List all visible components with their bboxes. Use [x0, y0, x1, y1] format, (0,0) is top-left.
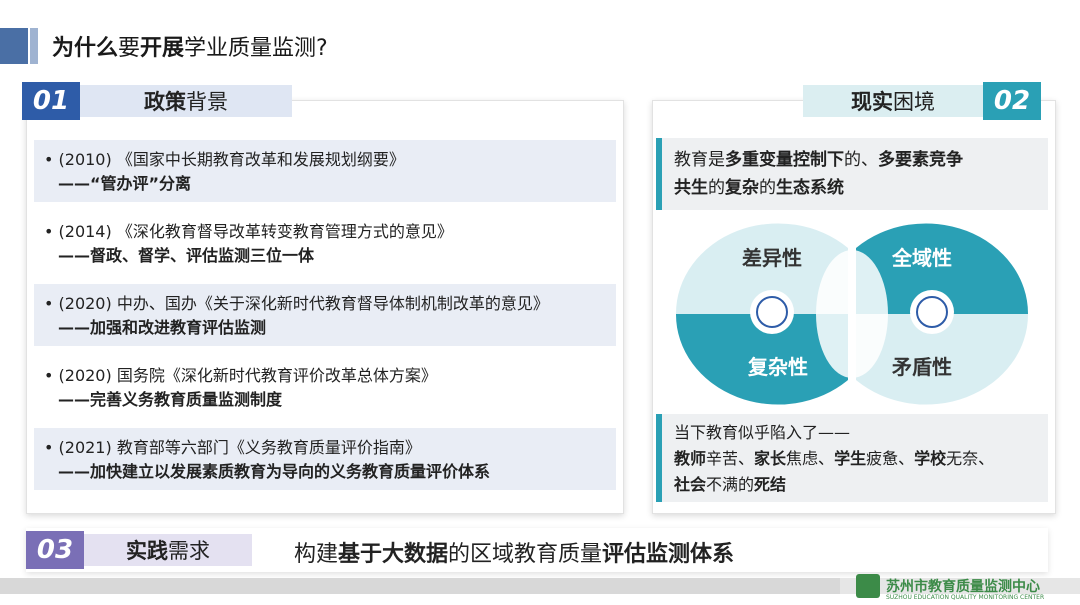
section-heading: 政策 背景 — [80, 85, 292, 117]
title-accent — [0, 28, 40, 64]
practice-statement: 构建基于大数据的区域教育质量评估监测体系 — [294, 542, 735, 567]
section-heading: 现实 困境 — [803, 85, 983, 117]
label-contradiction: 矛盾性 — [892, 355, 952, 379]
section-tag-practice: 03 实践 需求 — [26, 531, 252, 569]
section-number: 03 — [26, 531, 84, 569]
section-tag-policy: 01 政策 背景 — [22, 82, 292, 120]
section-number: 02 — [983, 82, 1041, 120]
label-difference: 差异性 — [742, 246, 802, 270]
book-icon — [856, 574, 880, 598]
label-global: 全域性 — [891, 246, 952, 270]
section-heading: 实践 需求 — [84, 534, 252, 566]
characteristics-diagram: 差异性 全域性 复杂性 矛盾性 — [675, 223, 1029, 405]
section-tag-reality: 现实 困境 02 — [803, 82, 1041, 120]
list-item: • (2020) 国务院《深化新时代教育评价改革总体方案》 ——完善义务教育质量… — [44, 366, 437, 409]
list-item: • (2020) 中办、国办《关于深化新时代教育督导体制机制改革的意见》 ——加… — [34, 284, 616, 346]
list-item: • (2021) 教育部等六部门《义务教育质量评价指南》 ——加快建立以发展素质… — [34, 428, 616, 490]
page-title: 为什么要开展学业质量监测? — [52, 36, 328, 61]
dilemma-callout: 当下教育似乎陷入了—— 教师辛苦、家长焦虑、学生疲惫、学校无奈、 社会不满的死结 — [656, 414, 1048, 502]
logo-subtitle: SUZHOU EDUCATION QUALITY MONITORING CENT… — [886, 594, 1045, 601]
label-complexity: 复杂性 — [747, 355, 808, 379]
section-number: 01 — [22, 82, 80, 120]
list-item: • (2014) 《深化教育督导改革转变教育管理方式的意见》 ——督政、督学、评… — [44, 222, 453, 265]
policy-list: • (2010) 《国家中长期教育改革和发展规划纲要》 ——“管办评”分离 • … — [34, 140, 616, 500]
list-item: • (2010) 《国家中长期教育改革和发展规划纲要》 ——“管办评”分离 — [34, 140, 616, 202]
ecosystem-callout: 教育是多重变量控制下的、多要素竞争 共生的复杂的生态系统 — [656, 138, 1048, 210]
